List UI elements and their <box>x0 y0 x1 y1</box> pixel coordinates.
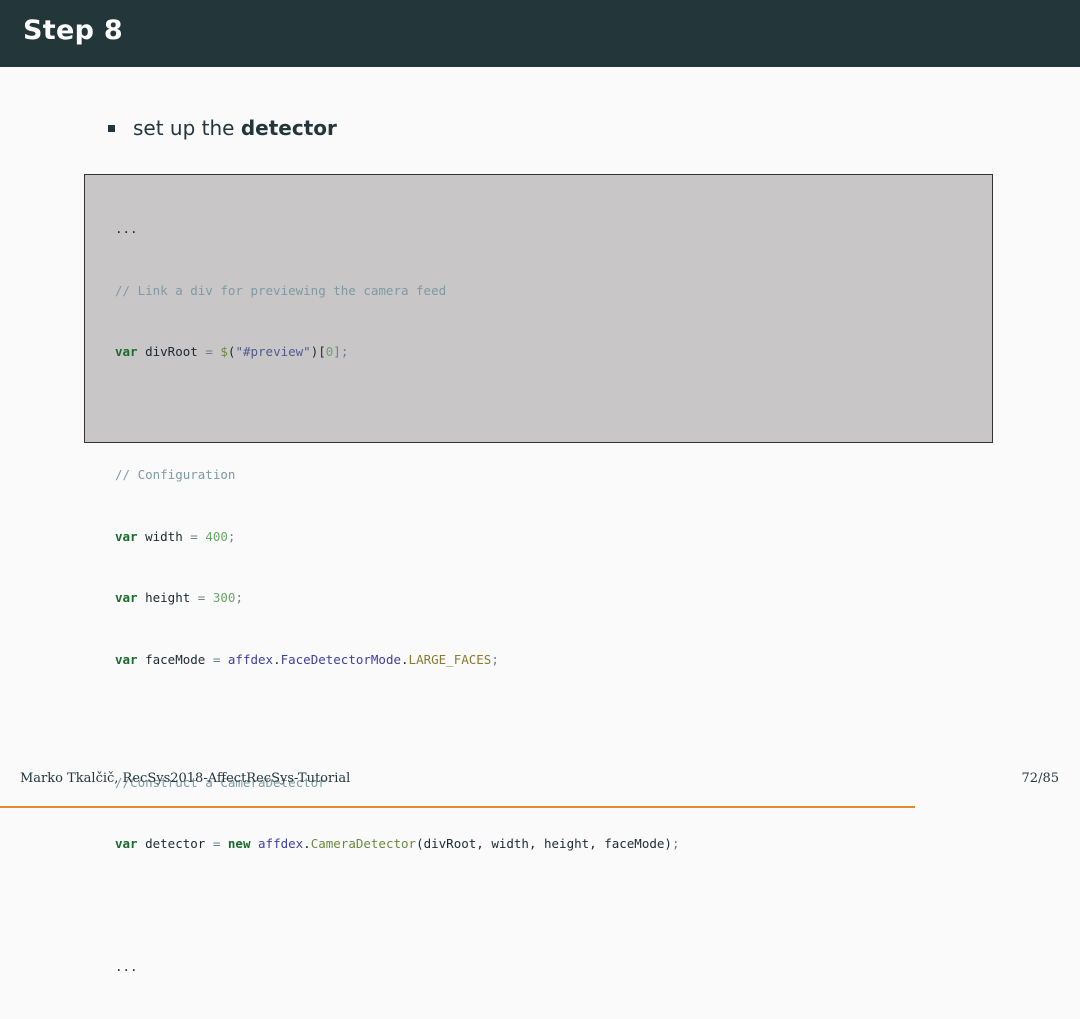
operator: = <box>190 528 206 544</box>
punctuation: )[ <box>310 344 326 359</box>
code-content: ... // Link a div for previewing the cam… <box>115 178 679 1019</box>
code-line: var width = 400; <box>115 527 679 548</box>
bullet-bold-text: detector <box>240 116 337 140</box>
number-literal: 400 <box>205 528 228 544</box>
code-block: ... // Link a div for previewing the cam… <box>84 174 993 974</box>
comment-text: // Configuration <box>115 467 236 482</box>
identifier: divRoot <box>137 344 206 359</box>
identifier: width <box>137 528 191 544</box>
code-line: var faceMode = affdex.FaceDetectorMode.L… <box>115 650 679 671</box>
bullet-item: set up the detector <box>108 116 337 140</box>
operator: = <box>212 836 228 851</box>
code-comment: // Link a div for previewing the camera … <box>115 281 679 302</box>
page-number: 72/85 <box>1021 771 1059 786</box>
code-line: var height = 300; <box>115 588 679 609</box>
code-line: ... <box>115 957 679 978</box>
function-name: CameraDetector <box>310 836 417 851</box>
bullet-marker-icon <box>108 125 115 132</box>
operator: = <box>212 651 228 667</box>
identifier: detector <box>137 836 213 851</box>
keyword: var <box>115 836 138 851</box>
punctuation: ; <box>671 836 680 851</box>
keyword: var <box>115 344 138 359</box>
object-name: affdex <box>258 836 304 851</box>
property-name: FaceDetectorMode <box>280 651 402 667</box>
code-line: ... <box>115 219 679 240</box>
code-comment: // Configuration <box>115 465 679 486</box>
object-name: affdex <box>227 651 274 667</box>
string-literal: "#preview" <box>235 344 311 359</box>
keyword: var <box>115 590 138 605</box>
number-literal: 300 <box>212 590 236 605</box>
argument-list: (divRoot, width, height, faceMode) <box>416 836 672 851</box>
slide-header: Step 8 <box>0 0 1080 67</box>
keyword: var <box>115 651 138 667</box>
punctuation: . <box>273 651 281 667</box>
bullet-text: set up the <box>133 116 241 140</box>
progress-bar <box>0 806 915 808</box>
punctuation: ]; <box>333 344 349 359</box>
punctuation: ; <box>491 651 499 667</box>
comment-text: // Link a div for previewing the camera … <box>115 282 447 298</box>
code-ellipsis: ... <box>115 221 138 236</box>
identifier: height <box>137 590 198 605</box>
code-ellipsis: ... <box>115 959 138 974</box>
punctuation: ; <box>235 590 243 605</box>
punctuation: ; <box>227 528 236 544</box>
function-name: $ <box>220 344 228 359</box>
keyword: var <box>115 528 138 544</box>
constant-name: LARGE_FACES <box>408 651 492 667</box>
identifier: faceMode <box>137 651 213 667</box>
code-line: var divRoot = $("#preview")[0]; <box>115 342 679 363</box>
operator: = <box>205 344 221 359</box>
slide-title: Step 8 <box>23 15 123 46</box>
keyword: new <box>227 836 251 851</box>
punctuation: . <box>303 836 311 851</box>
footer-author: Marko Tkalčič, RecSys2018-AffectRecSys-T… <box>20 771 351 786</box>
punctuation: . <box>401 651 409 667</box>
operator: = <box>197 590 213 605</box>
code-line: var detector = new affdex.CameraDetector… <box>115 834 679 855</box>
